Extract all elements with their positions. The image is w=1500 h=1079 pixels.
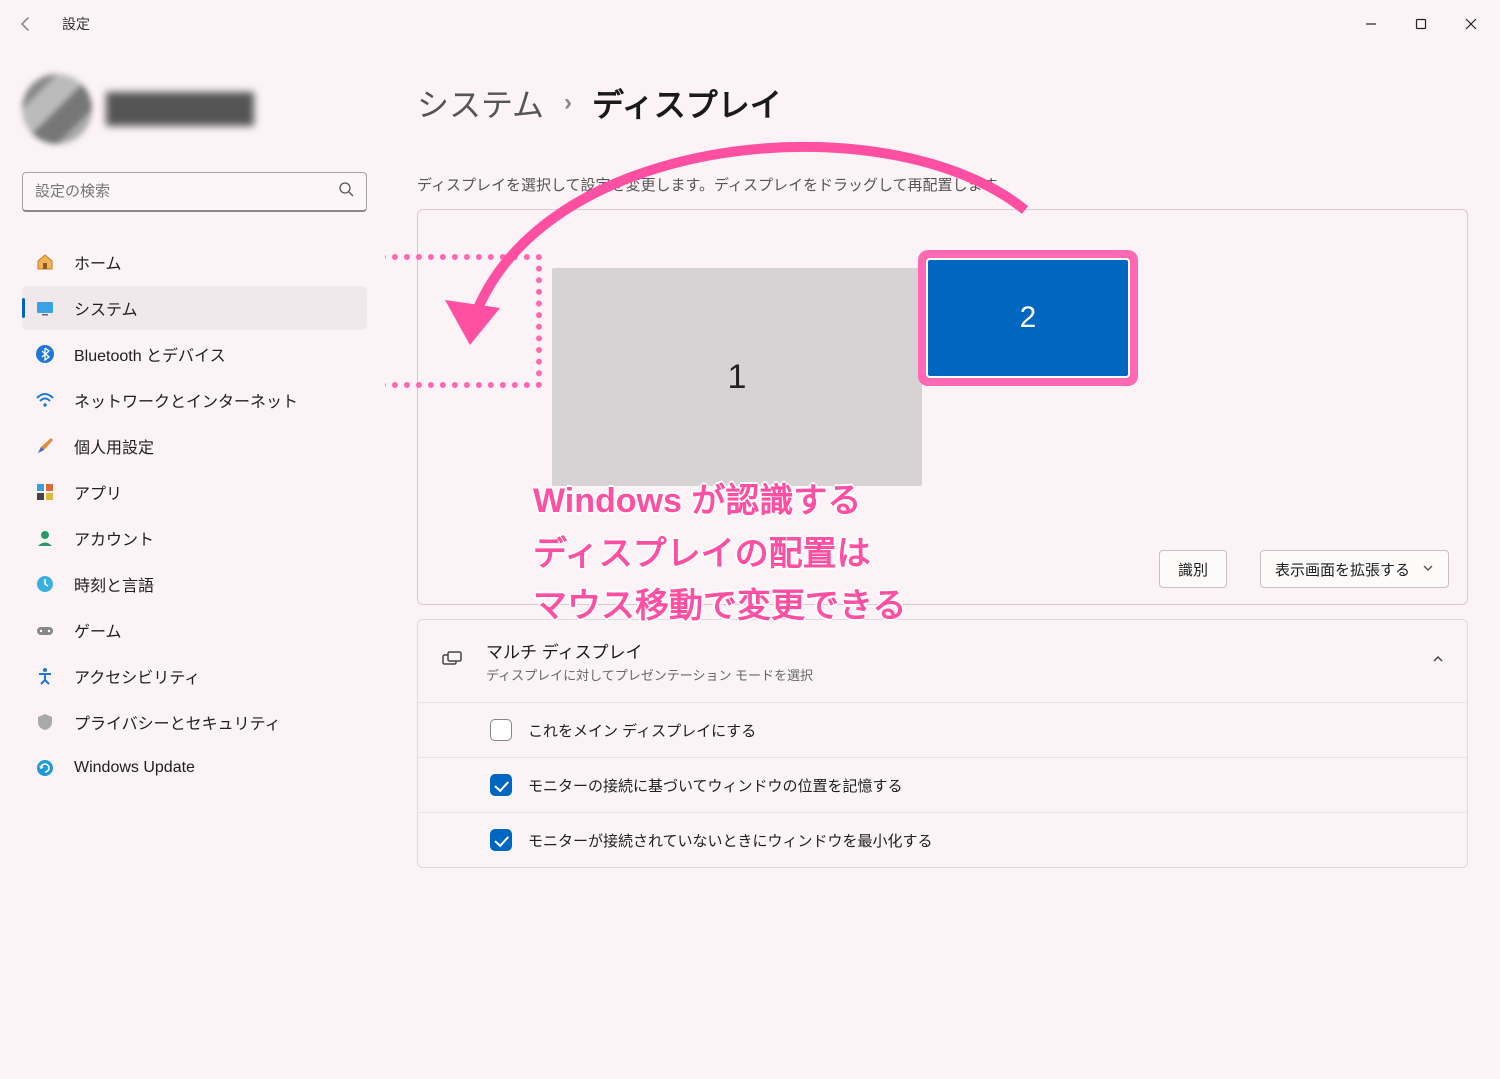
apps-icon — [34, 481, 56, 503]
bluetooth-icon — [34, 343, 56, 365]
sidebar: ホーム システム Bluetooth とデバイス ネットワークとインターネット … — [0, 48, 385, 1079]
search-icon — [338, 181, 354, 202]
breadcrumb-parent[interactable]: システム — [417, 80, 544, 126]
nav-network[interactable]: ネットワークとインターネット — [22, 378, 367, 422]
nav-time[interactable]: 時刻と言語 — [22, 562, 367, 606]
search-input-wrap[interactable] — [22, 172, 367, 212]
nav-personalization[interactable]: 個人用設定 — [22, 424, 367, 468]
annotation-highlight: 2 — [918, 250, 1138, 386]
nav: ホーム システム Bluetooth とデバイス ネットワークとインターネット … — [22, 240, 367, 790]
nav-bluetooth[interactable]: Bluetooth とデバイス — [22, 332, 367, 376]
annotation-drop-target — [385, 254, 542, 388]
option-main-display[interactable]: これをメイン ディスプレイにする — [418, 702, 1467, 757]
search-input[interactable] — [35, 183, 338, 200]
nav-label: アカウント — [74, 526, 154, 550]
display-monitor-2[interactable]: 2 — [926, 258, 1130, 378]
app-title: 設定 — [62, 14, 90, 34]
nav-system[interactable]: システム — [22, 286, 367, 330]
option-remember-position[interactable]: モニターの接続に基づいてウィンドウの位置を記憶する — [418, 757, 1467, 812]
multi-display-icon — [440, 648, 466, 674]
nav-privacy[interactable]: プライバシーとセキュリティ — [22, 700, 367, 744]
display-mode-dropdown[interactable]: 表示画面を拡張する — [1260, 550, 1449, 588]
update-icon — [34, 757, 56, 779]
home-icon — [34, 251, 56, 273]
checkbox-checked[interactable] — [490, 774, 512, 796]
dropdown-label: 表示画面を拡張する — [1275, 559, 1410, 580]
brush-icon — [34, 435, 56, 457]
checkbox-checked[interactable] — [490, 829, 512, 851]
display-monitor-1[interactable]: 1 — [552, 268, 922, 486]
option-label: モニターが接続されていないときにウィンドウを最小化する — [528, 830, 933, 851]
system-icon — [34, 297, 56, 319]
minimize-button[interactable] — [1346, 4, 1396, 44]
nav-label: Windows Update — [74, 759, 195, 777]
close-button[interactable] — [1446, 4, 1496, 44]
option-minimize-disconnected[interactable]: モニターが接続されていないときにウィンドウを最小化する — [418, 812, 1467, 867]
nav-label: 個人用設定 — [74, 434, 154, 458]
nav-label: ホーム — [74, 250, 122, 274]
nav-label: アプリ — [74, 480, 122, 504]
nav-accessibility[interactable]: アクセシビリティ — [22, 654, 367, 698]
back-button[interactable] — [10, 8, 42, 40]
chevron-up-icon — [1431, 652, 1445, 671]
account-name-redacted — [106, 92, 254, 126]
avatar — [22, 74, 92, 144]
option-label: モニターの接続に基づいてウィンドウの位置を記憶する — [528, 775, 903, 796]
nav-gaming[interactable]: ゲーム — [22, 608, 367, 652]
main-panel: システム › ディスプレイ ディスプレイを選択して設定を変更します。ディスプレイ… — [385, 48, 1500, 1079]
nav-label: Bluetooth とデバイス — [74, 342, 226, 366]
nav-label: ゲーム — [74, 618, 122, 642]
gamepad-icon — [34, 619, 56, 641]
shield-icon — [34, 711, 56, 733]
multi-display-card: マルチ ディスプレイ ディスプレイに対してプレゼンテーション モードを選択 これ… — [417, 619, 1468, 868]
card-subtitle: ディスプレイに対してプレゼンテーション モードを選択 — [486, 665, 1411, 684]
card-title: マルチ ディスプレイ — [486, 638, 1411, 663]
nav-accounts[interactable]: アカウント — [22, 516, 367, 560]
display-arrangement[interactable]: 1 2 識別 表示画面を拡張する — [417, 209, 1468, 605]
chevron-down-icon — [1422, 561, 1434, 578]
nav-label: システム — [74, 296, 138, 320]
person-icon — [34, 527, 56, 549]
multi-display-header[interactable]: マルチ ディスプレイ ディスプレイに対してプレゼンテーション モードを選択 — [418, 620, 1467, 702]
breadcrumb: システム › ディスプレイ — [417, 80, 1468, 126]
chevron-right-icon: › — [564, 89, 572, 117]
nav-label: 時刻と言語 — [74, 572, 154, 596]
nav-label: ネットワークとインターネット — [74, 388, 298, 412]
accessibility-icon — [34, 665, 56, 687]
nav-home[interactable]: ホーム — [22, 240, 367, 284]
display-instruction: ディスプレイを選択して設定を変更します。ディスプレイをドラッグして再配置します。 — [417, 174, 1468, 195]
breadcrumb-current: ディスプレイ — [592, 80, 782, 126]
maximize-button[interactable] — [1396, 4, 1446, 44]
identify-button[interactable]: 識別 — [1159, 550, 1227, 588]
checkbox-unchecked[interactable] — [490, 719, 512, 741]
titlebar: 設定 — [0, 0, 1500, 48]
account-block[interactable] — [22, 74, 367, 144]
nav-update[interactable]: Windows Update — [22, 746, 367, 790]
clock-icon — [34, 573, 56, 595]
nav-label: プライバシーとセキュリティ — [74, 710, 281, 734]
nav-apps[interactable]: アプリ — [22, 470, 367, 514]
wifi-icon — [34, 389, 56, 411]
option-label: これをメイン ディスプレイにする — [528, 720, 756, 741]
nav-label: アクセシビリティ — [74, 664, 200, 688]
